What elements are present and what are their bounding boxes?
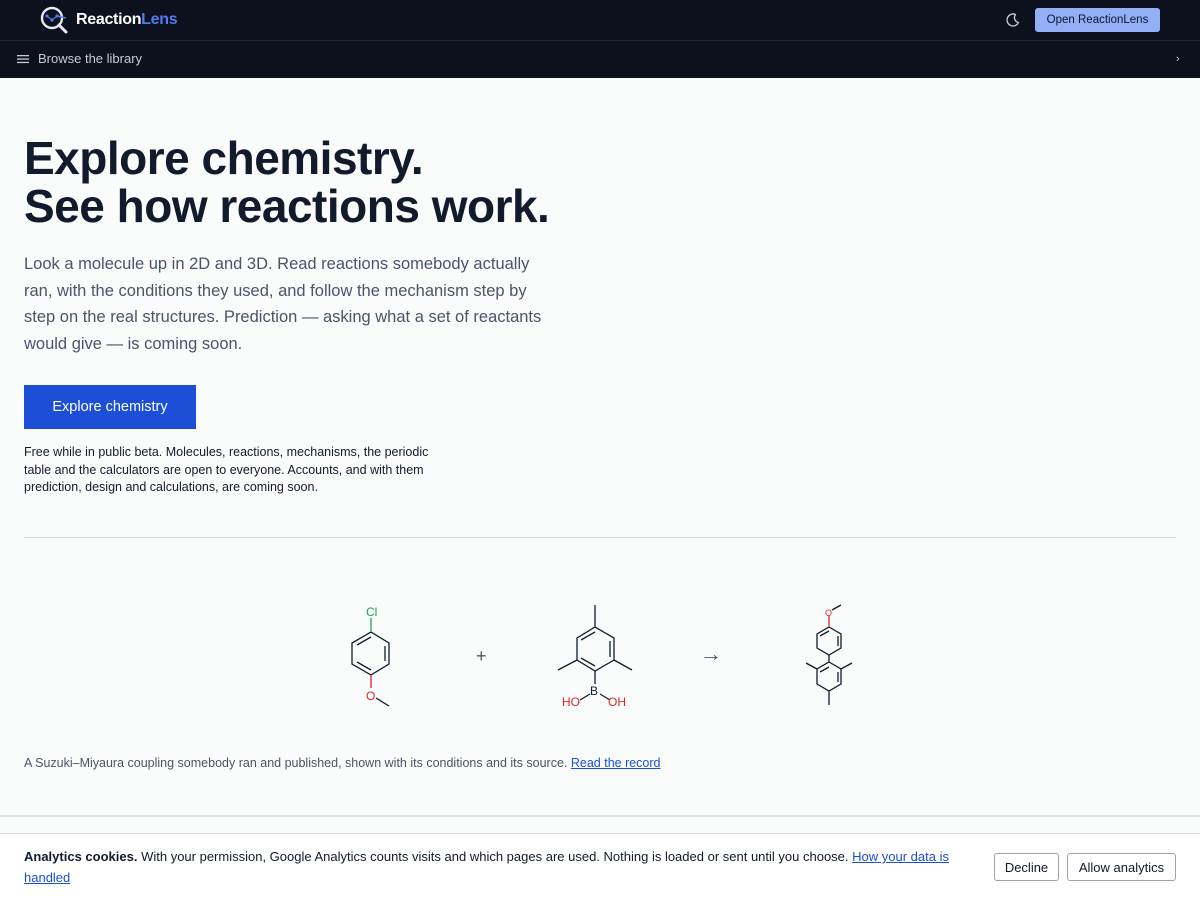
hero-title-line-1: Explore chemistry.	[24, 132, 424, 184]
oxygen-atom-label: O	[366, 689, 375, 703]
brand-logo[interactable]: ReactionLens	[40, 6, 178, 34]
hero-title-line-2: See how reactions work.	[24, 180, 550, 232]
reaction-caption-text: A Suzuki–Miyaura coupling somebody ran a…	[24, 756, 568, 770]
product-oxygen-label: O	[825, 608, 832, 618]
brand-name: ReactionLens	[76, 11, 178, 29]
beta-note: Free while in public beta. Molecules, re…	[24, 445, 429, 494]
open-app-button[interactable]: Open ReactionLens	[1035, 8, 1160, 32]
browse-library-link[interactable]: Browse the library	[38, 51, 142, 66]
reaction-arrow: →	[700, 641, 722, 666]
hero-title: Explore chemistry. See how reactions wor…	[24, 132, 550, 232]
decline-cookies-button[interactable]: Decline	[994, 853, 1059, 881]
section-divider	[24, 537, 1176, 538]
explore-chemistry-button[interactable]: Explore chemistry	[24, 385, 196, 429]
hydroxyl-right-label: OH	[608, 695, 626, 709]
hydroxyl-left-label: HO	[562, 695, 580, 709]
hero-description: Look a molecule up in 2D and 3D. Read re…	[24, 255, 542, 353]
chlorine-atom-label: Cl	[366, 605, 377, 619]
boron-atom-label: B	[590, 684, 598, 698]
library-nav-bar[interactable]: Browse the library ›	[0, 41, 1200, 78]
brand-name-part2: Lens	[141, 11, 178, 28]
chevron-right-icon[interactable]: ›	[1176, 53, 1180, 65]
top-bar: ReactionLens Open ReactionLens	[0, 0, 1200, 41]
footer-separator	[0, 815, 1200, 817]
magnifier-logo-icon	[40, 6, 68, 34]
reaction-caption: A Suzuki–Miyaura coupling somebody ran a…	[24, 756, 661, 770]
cookie-body: With your permission, Google Analytics c…	[141, 849, 849, 864]
allow-analytics-button[interactable]: Allow analytics	[1067, 853, 1176, 881]
cookie-banner: Analytics cookies. With your permission,…	[0, 833, 1200, 900]
reaction-plus-sign: +	[476, 646, 487, 666]
moon-icon	[1006, 13, 1020, 27]
hamburger-menu-icon[interactable]	[17, 54, 29, 64]
cookie-title: Analytics cookies.	[24, 849, 138, 864]
cookie-message: Analytics cookies. With your permission,…	[24, 846, 974, 888]
brand-name-part1: Reaction	[76, 11, 142, 28]
molecule-biaryl-product[interactable]	[805, 604, 853, 705]
theme-toggle-button[interactable]	[1003, 10, 1023, 30]
read-record-link[interactable]: Read the record	[571, 756, 661, 770]
reaction-scheme[interactable]: Cl O B HO OH O	[330, 598, 870, 716]
